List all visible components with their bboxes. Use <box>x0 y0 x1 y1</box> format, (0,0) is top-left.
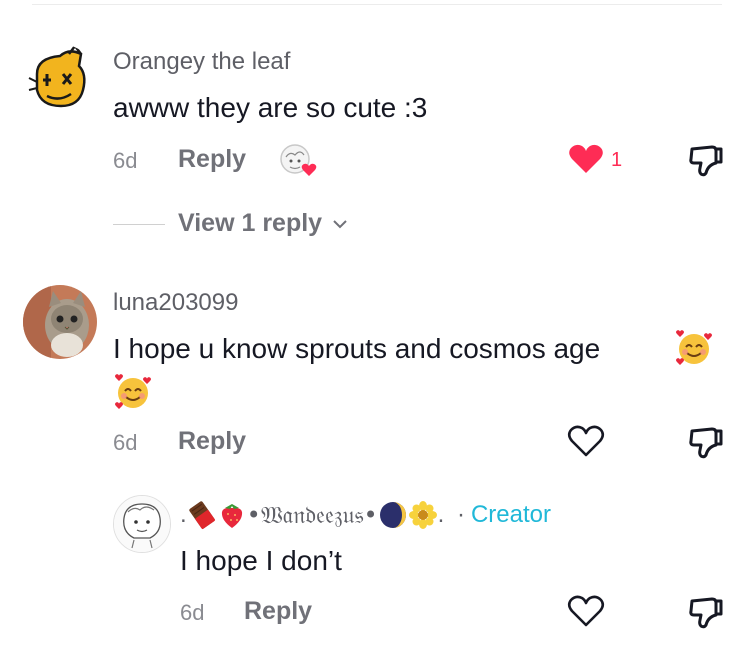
heart-outline-icon <box>567 425 605 457</box>
comment-username[interactable]: Orangey the leaf <box>113 48 290 76</box>
comment-text: awww they are so cute :3 <box>113 92 428 123</box>
view-replies-label: View 1 reply <box>178 209 323 237</box>
top-divider <box>32 4 722 5</box>
flower-icon <box>408 501 437 529</box>
comment-username[interactable]: luna203099 <box>113 289 238 317</box>
kitten-photo-avatar-icon <box>23 285 97 359</box>
reply-button[interactable]: Reply <box>244 597 312 626</box>
badge-separator: · <box>456 501 465 528</box>
username-prefix: . <box>180 501 187 528</box>
smiling-face-with-hearts-icon <box>674 328 714 368</box>
like-button[interactable] <box>567 143 605 175</box>
comment-text: I hope u know sprouts and cosmos age <box>113 333 600 365</box>
smiling-face-with-hearts-icon <box>113 372 153 412</box>
thumbs-down-icon <box>689 427 723 459</box>
chevron-down-icon <box>333 220 347 229</box>
dislike-button[interactable] <box>688 595 724 631</box>
reply-text: I hope I don’t <box>180 545 342 576</box>
comment-time: 6d <box>113 148 138 173</box>
like-button[interactable] <box>567 595 605 629</box>
reply-time: 6d <box>180 600 205 625</box>
creator-liked-badge <box>278 143 322 179</box>
heart-outline-icon <box>567 595 605 627</box>
view-replies-divider <box>113 224 165 225</box>
orange-leaf-avatar-icon <box>23 44 97 118</box>
reply-username[interactable]: . •𝔚𝔞𝔫𝔡𝔢𝔢𝔷𝔲𝔰• . · Creator <box>180 498 551 532</box>
strawberry-icon <box>221 504 242 528</box>
username-core: •𝔚𝔞𝔫𝔡𝔢𝔢𝔷𝔲𝔰• <box>246 501 378 529</box>
chocolate-icon <box>189 501 215 530</box>
dislike-button[interactable] <box>688 425 724 461</box>
thumbs-down-icon <box>689 145 723 177</box>
comment-text-line: I hope u know sprouts and cosmos age <box>113 333 601 364</box>
reply-button[interactable]: Reply <box>178 427 246 456</box>
view-replies-button[interactable]: View 1 reply <box>178 209 347 238</box>
avatar[interactable] <box>113 495 171 553</box>
moon-icon <box>379 502 406 528</box>
heart-filled-icon <box>569 144 603 173</box>
creator-badge: Creator <box>470 501 551 528</box>
thumbs-down-icon <box>689 597 723 629</box>
sketch-avatar-icon <box>114 496 170 552</box>
comment-time: 6d <box>113 430 138 455</box>
like-button[interactable] <box>567 425 605 459</box>
avatar[interactable] <box>23 285 97 359</box>
dislike-button[interactable] <box>688 143 724 179</box>
like-count: 1 <box>611 149 623 171</box>
reply-button[interactable]: Reply <box>178 145 246 174</box>
creator-liked-icon <box>280 144 317 176</box>
avatar[interactable] <box>23 44 97 118</box>
username-suffix: . <box>437 501 451 528</box>
